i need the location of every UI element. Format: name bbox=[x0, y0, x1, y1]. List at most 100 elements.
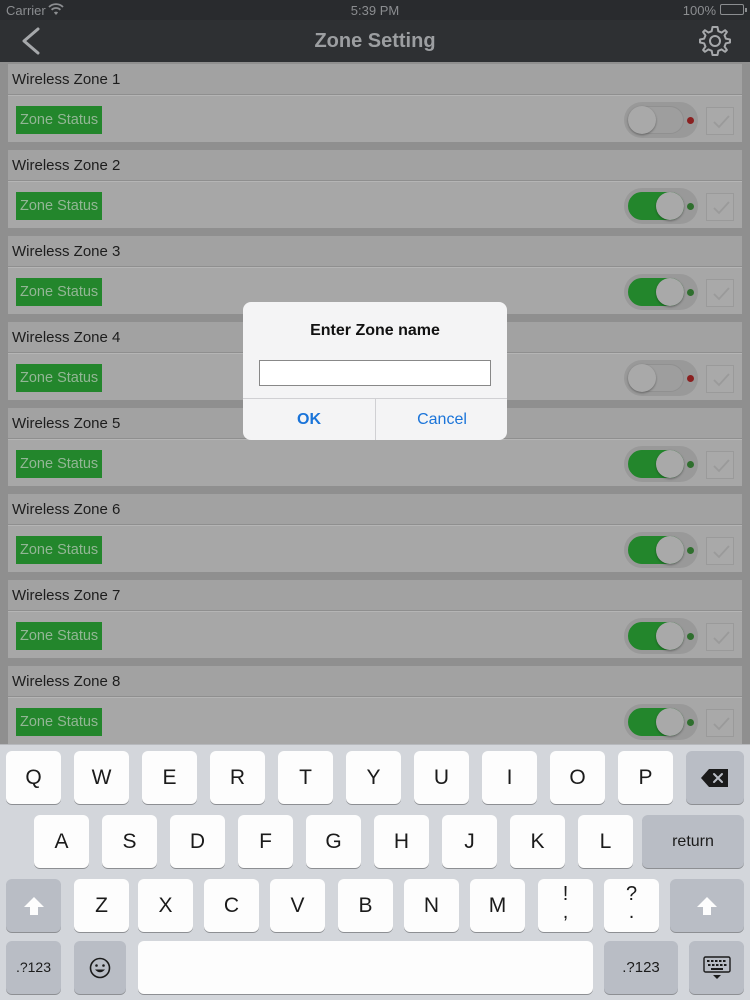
key-b[interactable]: B bbox=[338, 879, 393, 932]
space-bar[interactable] bbox=[138, 941, 593, 994]
key-y[interactable]: Y bbox=[346, 751, 401, 804]
zone-name[interactable]: Wireless Zone 6 bbox=[12, 501, 120, 518]
zone-status-button[interactable]: Zone Status bbox=[16, 708, 103, 736]
status-dot-icon bbox=[687, 719, 694, 726]
key-q[interactable]: Q bbox=[6, 751, 61, 804]
status-dot-icon bbox=[687, 375, 694, 382]
key-o[interactable]: O bbox=[550, 751, 605, 804]
zone-name-input[interactable] bbox=[259, 360, 491, 386]
numbers-key[interactable]: .?123 bbox=[6, 941, 61, 994]
key-a[interactable]: A bbox=[34, 815, 89, 868]
zone-status-button[interactable]: Zone Status bbox=[16, 106, 103, 134]
key-w[interactable]: W bbox=[74, 751, 129, 804]
shift-icon[interactable] bbox=[6, 879, 61, 932]
checkmark-icon bbox=[713, 287, 730, 301]
dialog-title: Enter Zone name bbox=[310, 322, 440, 339]
key-f[interactable]: F bbox=[238, 815, 293, 868]
zone-toggle[interactable] bbox=[624, 102, 698, 138]
clock: 5:39 PM bbox=[350, 3, 400, 18]
key-g[interactable]: G bbox=[306, 815, 361, 868]
key-j[interactable]: J bbox=[442, 815, 497, 868]
ok-button[interactable]: OK bbox=[243, 399, 375, 440]
zone-name[interactable]: Wireless Zone 4 bbox=[12, 329, 120, 346]
shift-icon[interactable] bbox=[670, 879, 744, 932]
key-k[interactable]: K bbox=[510, 815, 565, 868]
navigation-bar: Zone Setting bbox=[0, 20, 750, 62]
key-l[interactable]: L bbox=[578, 815, 633, 868]
zone-name[interactable]: Wireless Zone 1 bbox=[12, 71, 120, 88]
checkmark-icon bbox=[713, 115, 730, 129]
zone-status-button[interactable]: Zone Status bbox=[16, 536, 103, 564]
zone-toggle[interactable] bbox=[624, 360, 698, 396]
key-d[interactable]: D bbox=[170, 815, 225, 868]
zone-name[interactable]: Wireless Zone 8 bbox=[12, 673, 120, 690]
key-i[interactable]: I bbox=[482, 751, 537, 804]
zone-toggle[interactable] bbox=[624, 532, 698, 568]
key-m[interactable]: M bbox=[470, 879, 525, 932]
checkmark-icon bbox=[713, 373, 730, 387]
status-dot-icon bbox=[687, 117, 694, 124]
key-x[interactable]: X bbox=[138, 879, 193, 932]
key-e[interactable]: E bbox=[142, 751, 197, 804]
cancel-button[interactable]: Cancel bbox=[376, 399, 507, 440]
zone-toggle[interactable] bbox=[624, 618, 698, 654]
zone-status-button[interactable]: Zone Status bbox=[16, 364, 103, 392]
chevron-left-icon[interactable] bbox=[16, 24, 46, 58]
zone-toggle[interactable] bbox=[624, 446, 698, 482]
key-h[interactable]: H bbox=[374, 815, 429, 868]
zone-toggle[interactable] bbox=[624, 704, 698, 740]
zone-status-button[interactable]: Zone Status bbox=[16, 450, 103, 478]
emoji-icon[interactable] bbox=[74, 941, 126, 994]
gear-icon[interactable] bbox=[698, 24, 732, 58]
checkbox[interactable] bbox=[706, 623, 734, 651]
zone-toggle[interactable] bbox=[624, 274, 698, 310]
battery-icon bbox=[720, 4, 747, 15]
status-dot-icon bbox=[687, 633, 694, 640]
checkbox[interactable] bbox=[706, 193, 734, 221]
key-exclamation-comma[interactable]: ! , bbox=[538, 879, 593, 932]
status-dot-icon bbox=[687, 461, 694, 468]
zone-name-dialog: Enter Zone name OK Cancel bbox=[243, 302, 507, 440]
return-key[interactable]: return bbox=[642, 815, 744, 868]
key-p[interactable]: P bbox=[618, 751, 673, 804]
zone-status-button[interactable]: Zone Status bbox=[16, 278, 103, 306]
key-n[interactable]: N bbox=[404, 879, 459, 932]
numbers-key[interactable]: .?123 bbox=[604, 941, 678, 994]
status-dot-icon bbox=[687, 289, 694, 296]
checkbox[interactable] bbox=[706, 451, 734, 479]
key-c[interactable]: C bbox=[204, 879, 259, 932]
checkbox[interactable] bbox=[706, 107, 734, 135]
status-dot-icon bbox=[687, 547, 694, 554]
keyboard-dismiss-icon[interactable] bbox=[689, 941, 744, 994]
zone-name[interactable]: Wireless Zone 5 bbox=[12, 415, 120, 432]
checkbox[interactable] bbox=[706, 709, 734, 737]
key-s[interactable]: S bbox=[102, 815, 157, 868]
key-question-period[interactable]: ? . bbox=[604, 879, 659, 932]
checkbox[interactable] bbox=[706, 279, 734, 307]
key-v[interactable]: V bbox=[270, 879, 325, 932]
key-u[interactable]: U bbox=[414, 751, 469, 804]
battery-percent: 100% bbox=[682, 3, 716, 18]
checkbox[interactable] bbox=[706, 537, 734, 565]
key-r[interactable]: R bbox=[210, 751, 265, 804]
zone-name[interactable]: Wireless Zone 7 bbox=[12, 587, 120, 604]
checkbox[interactable] bbox=[706, 365, 734, 393]
checkmark-icon bbox=[713, 717, 730, 731]
zone-row-8: Wireless Zone 8 Zone Status bbox=[8, 666, 742, 744]
zone-row-7: Wireless Zone 7 Zone Status bbox=[8, 580, 742, 660]
zone-name[interactable]: Wireless Zone 2 bbox=[12, 157, 120, 174]
key-t[interactable]: T bbox=[278, 751, 333, 804]
key-bottom-char: , bbox=[562, 901, 569, 923]
backspace-icon[interactable] bbox=[686, 751, 744, 804]
zone-row-6: Wireless Zone 6 Zone Status bbox=[8, 494, 742, 574]
checkmark-icon bbox=[713, 459, 730, 473]
zone-toggle[interactable] bbox=[624, 188, 698, 224]
checkmark-icon bbox=[713, 545, 730, 559]
zone-status-button[interactable]: Zone Status bbox=[16, 622, 103, 650]
zone-row-2: Wireless Zone 2 Zone Status bbox=[8, 150, 742, 230]
zone-name[interactable]: Wireless Zone 3 bbox=[12, 243, 120, 260]
key-z[interactable]: Z bbox=[74, 879, 129, 932]
checkmark-icon bbox=[713, 631, 730, 645]
zone-status-button[interactable]: Zone Status bbox=[16, 192, 103, 220]
zone-row-1: Wireless Zone 1 Zone Status bbox=[8, 64, 742, 144]
